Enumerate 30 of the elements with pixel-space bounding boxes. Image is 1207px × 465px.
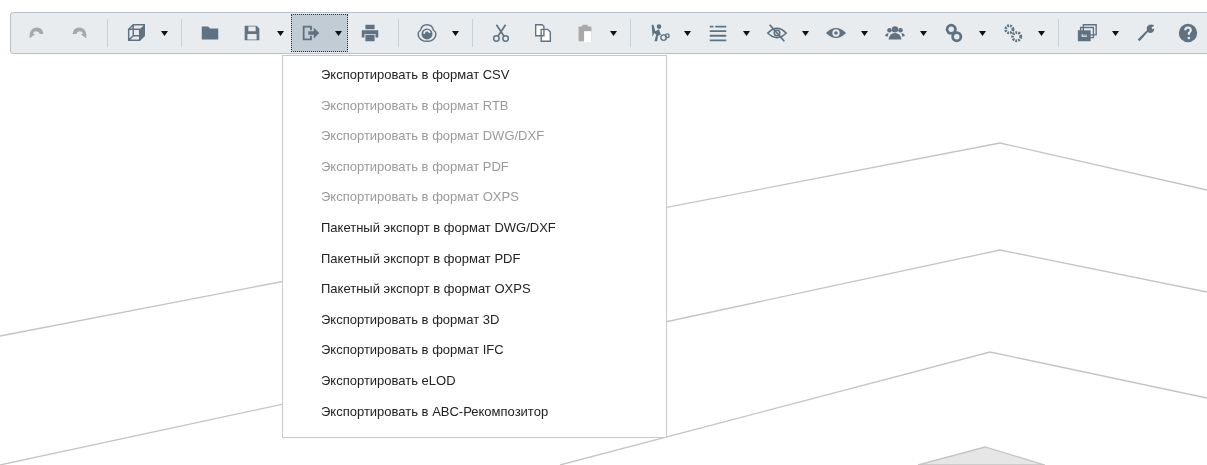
caret-icon bbox=[1112, 30, 1119, 36]
caret-icon bbox=[920, 30, 927, 36]
menu-item[interactable]: Пакетный экспорт в формат PDF bbox=[283, 243, 666, 275]
caret-icon bbox=[452, 30, 459, 36]
menu-item[interactable]: Экспортировать eLOD bbox=[283, 365, 666, 397]
gears-icon bbox=[1002, 22, 1024, 44]
caret-icon bbox=[610, 30, 617, 36]
menu-item[interactable]: Экспортировать в формат 3D bbox=[283, 304, 666, 336]
eye-off-icon bbox=[766, 22, 788, 44]
help-icon bbox=[1177, 22, 1199, 44]
caret-icon bbox=[861, 30, 868, 36]
caret-icon bbox=[335, 30, 342, 36]
caret-icon bbox=[1038, 30, 1045, 36]
caret-icon bbox=[743, 30, 750, 36]
menu-item[interactable]: Экспортировать в формат CSV bbox=[283, 60, 666, 91]
menu-item[interactable]: Экспортировать в формат IFC bbox=[283, 335, 666, 366]
menu-item[interactable]: Экспортировать в ABC-Рекомпозитор bbox=[283, 396, 666, 428]
menu-item[interactable]: Пакетный экспорт в формат DWG/DXF bbox=[283, 212, 666, 244]
caret-icon bbox=[979, 30, 986, 36]
caret-icon bbox=[802, 30, 809, 36]
cube-icon bbox=[125, 22, 147, 44]
menu-item[interactable]: Пакетный экспорт в формат OXPS bbox=[283, 274, 666, 305]
cards-icon bbox=[1076, 22, 1098, 44]
wrench-icon bbox=[1135, 22, 1157, 44]
caret-icon bbox=[684, 30, 691, 36]
scissors-icon bbox=[490, 22, 512, 44]
printer-icon bbox=[359, 22, 381, 44]
copy-icon bbox=[532, 22, 554, 44]
caret-icon bbox=[277, 30, 284, 36]
caret-icon bbox=[161, 30, 168, 36]
